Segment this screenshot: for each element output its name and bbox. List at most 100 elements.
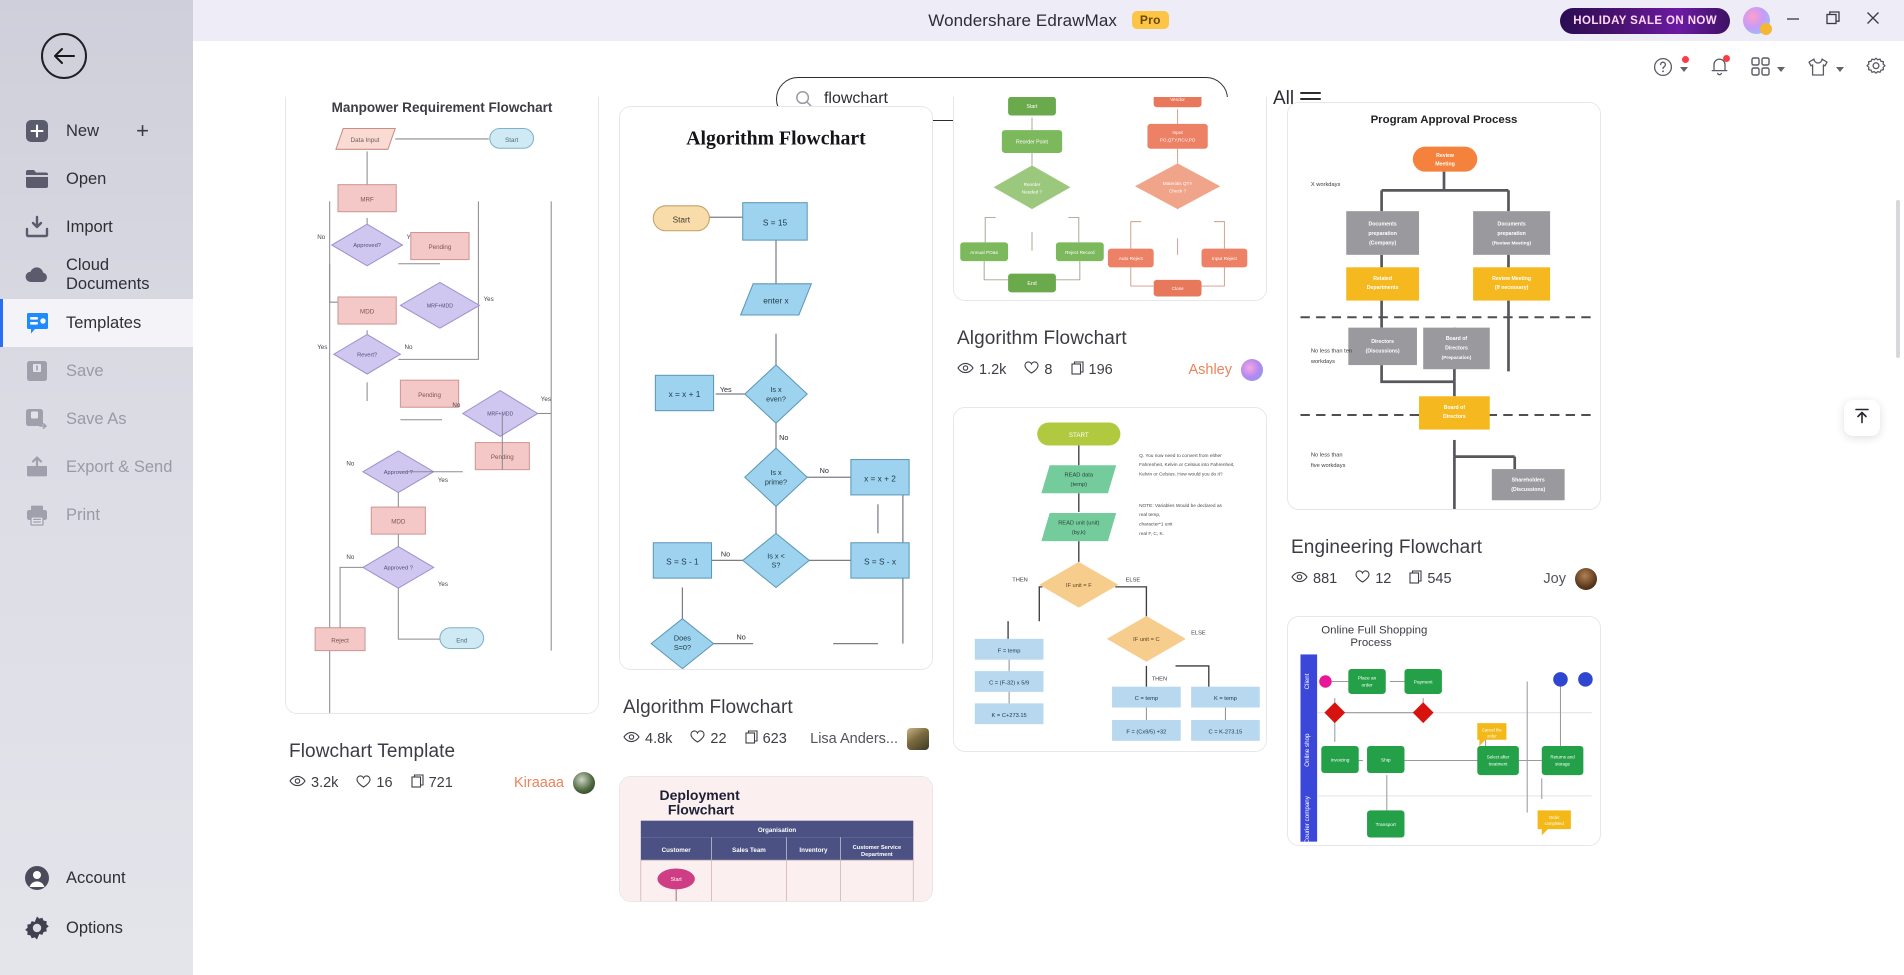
sidebar-item-new[interactable]: New + (0, 107, 193, 155)
sidebar-item-cloud-documents[interactable]: Cloud Documents (0, 251, 193, 299)
heart-icon (1024, 361, 1039, 378)
svg-text:Directors: Directors (1443, 414, 1466, 420)
minimize-button[interactable] (1776, 6, 1810, 36)
holiday-sale-button[interactable]: HOLIDAY SALE ON NOW (1560, 7, 1730, 34)
svg-text:No less than ten: No less than ten (1311, 349, 1352, 355)
new-add-button[interactable]: + (136, 120, 149, 142)
likes-stat: 16 (356, 774, 393, 792)
notifications-button[interactable] (1710, 55, 1730, 82)
theme-button[interactable] (1807, 57, 1844, 82)
template-title: Engineering Flowchart (1291, 536, 1483, 558)
sidebar-item-label: Save As (66, 409, 127, 428)
svg-text:ELSE: ELSE (1191, 630, 1206, 636)
svg-text:treatment: treatment (1489, 761, 1509, 766)
eye-icon (289, 775, 306, 791)
likes-count: 22 (710, 730, 727, 747)
heart-icon (356, 774, 371, 792)
template-card-flowchart-template[interactable]: Manpower Requirement Flowchart Data Inpu… (285, 97, 599, 714)
template-meta: Algorithm Flowchart 4.8k 22 623 Lisa And… (619, 686, 933, 764)
svg-text:preparation: preparation (1368, 231, 1397, 237)
duplicates-stat: 545 (1409, 570, 1452, 588)
svg-text:Pending: Pending (418, 392, 441, 399)
sidebar-item-account[interactable]: Account (0, 853, 193, 903)
svg-text:Does: Does (674, 634, 691, 643)
sidebar-item-label: New (66, 121, 100, 140)
scroll-to-top-button[interactable] (1844, 400, 1880, 436)
sidebar: New + Open Import Cloud Documents Templa… (0, 0, 193, 975)
sidebar-item-import[interactable]: Import (0, 203, 193, 251)
duplicates-count: 623 (762, 730, 787, 747)
duplicates-stat: 623 (745, 730, 787, 748)
svg-text:(Discussions): (Discussions) (1511, 487, 1545, 493)
sidebar-item-print[interactable]: Print (0, 491, 193, 539)
svg-text:Board of: Board of (1446, 336, 1468, 342)
svg-text:Approved ?: Approved ? (384, 470, 413, 476)
svg-text:Shareholders: Shareholders (1512, 478, 1545, 484)
svg-text:Sales Team: Sales Team (732, 846, 766, 853)
template-author[interactable]: Kiraaaa (514, 772, 595, 794)
edrawmax-window: New + Open Import Cloud Documents Templa… (0, 0, 1904, 975)
sidebar-item-save-as[interactable]: Save As (0, 395, 193, 443)
template-card-algorithm-flowchart-1[interactable]: Algorithm Flowchart Start S = 15 enter x… (619, 106, 933, 670)
views-stat: 881 (1291, 571, 1337, 587)
maximize-button[interactable] (1816, 6, 1850, 36)
svg-text:Q. You now need to convert fro: Q. You now need to convert from either (1139, 452, 1222, 458)
template-thumbnail: Deployment Flowchart Organisation Custom… (620, 776, 932, 902)
svg-text:READ unit (unit): READ unit (unit) (1058, 520, 1099, 526)
duplicates-count: 196 (1088, 361, 1113, 378)
template-card-engineering-flowchart[interactable]: Program Approval Process Review Meeting … (1287, 102, 1601, 510)
sidebar-item-templates[interactable]: Templates (0, 299, 193, 347)
svg-text:PO,QTY,RCV,PO: PO,QTY,RCV,PO (1160, 138, 1196, 143)
svg-text:No: No (820, 466, 829, 475)
vertical-scrollbar[interactable] (1896, 200, 1900, 358)
svg-text:Payment: Payment (1414, 679, 1433, 685)
svg-text:S = 15: S = 15 (763, 218, 788, 228)
sidebar-item-label: Open (66, 169, 107, 188)
template-card-deployment-flowchart[interactable]: Deployment Flowchart Organisation Custom… (619, 775, 933, 903)
templates-scroll-area[interactable]: Manpower Requirement Flowchart Data Inpu… (193, 97, 1904, 975)
close-icon (1866, 11, 1880, 30)
help-button[interactable] (1653, 55, 1689, 82)
svg-text:THEN: THEN (1012, 577, 1028, 583)
template-author[interactable]: Lisa Anders... (810, 727, 929, 750)
svg-text:x = x + 2: x = x + 2 (864, 473, 896, 483)
user-avatar[interactable] (1743, 7, 1772, 35)
sidebar-item-label: Cloud Documents (66, 256, 150, 293)
sidebar-item-open[interactable]: Open (0, 155, 193, 203)
back-button[interactable] (41, 33, 87, 79)
template-author[interactable]: Ashley (1188, 358, 1263, 381)
sidebar-item-options[interactable]: Options (0, 903, 193, 953)
temperature-conversion-flowchart-preview: START READ data (temp) READ unit (unit) … (954, 407, 1266, 751)
svg-text:Review: Review (1436, 153, 1455, 159)
close-button[interactable] (1856, 6, 1890, 36)
eye-icon (623, 731, 640, 747)
svg-text:S = S - x: S = S - x (864, 557, 897, 567)
template-meta: Engineering Flowchart 881 12 545 Joy (1287, 526, 1601, 604)
template-card-online-shopping-process[interactable]: Online Full Shopping Process Client Onli… (1287, 615, 1601, 847)
algorithm-flowchart-preview: Algorithm Flowchart Start S = 15 enter x… (620, 107, 932, 669)
svg-text:Revert?: Revert? (357, 352, 377, 358)
eye-icon (957, 362, 974, 378)
svg-text:ELSE: ELSE (1126, 577, 1141, 583)
duplicates-stat: 196 (1070, 361, 1113, 379)
svg-text:real F, C, K.: real F, C, K. (1139, 530, 1164, 536)
settings-button[interactable] (1866, 57, 1886, 82)
svg-text:Manpower Requirement Flowchart: Manpower Requirement Flowchart (332, 100, 553, 115)
likes-stat: 12 (1355, 570, 1391, 587)
template-card-algorithm-flowchart-2[interactable]: Start Reorder Point Reorder Needed ? Ann… (953, 97, 1267, 301)
svg-text:Courier company: Courier company (1304, 795, 1311, 843)
sidebar-item-export-send[interactable]: Export & Send (0, 443, 193, 491)
scroll-to-top-icon (1853, 407, 1871, 430)
svg-text:READ data: READ data (1065, 472, 1094, 478)
svg-text:(Preparation): (Preparation) (1442, 355, 1472, 361)
svg-text:Reject Record: Reject Record (1065, 250, 1095, 255)
template-card-temperature-flowchart[interactable]: START READ data (temp) READ unit (unit) … (953, 406, 1267, 752)
apps-button[interactable] (1751, 57, 1785, 81)
title-bar: Wondershare EdrawMax Pro HOLIDAY SALE ON… (193, 0, 1904, 41)
minimize-icon (1786, 12, 1800, 30)
save-as-icon (24, 406, 50, 432)
template-author[interactable]: Joy (1543, 567, 1597, 590)
svg-text:Yes: Yes (317, 344, 327, 351)
sidebar-item-save[interactable]: Save (0, 347, 193, 395)
template-meta: Flowchart Template 3.2k 16 721 Kiraaaa (285, 730, 599, 808)
